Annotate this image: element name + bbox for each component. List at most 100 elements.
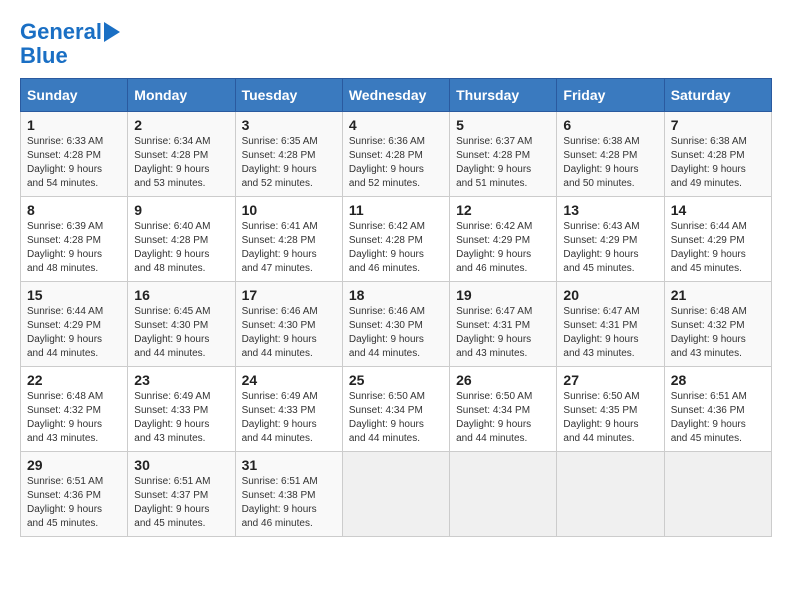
sunrise-label: Sunrise: 6:44 AM [27,306,103,317]
sunset-label: Sunset: 4:34 PM [456,405,530,416]
sunset-label: Sunset: 4:38 PM [242,490,316,501]
day-info: Sunrise: 6:45 AM Sunset: 4:30 PM Dayligh… [134,305,228,361]
day-number: 27 [563,372,657,388]
daylight-label: Daylight: 9 hours and 48 minutes. [27,249,102,274]
sunrise-label: Sunrise: 6:45 AM [134,306,210,317]
sunset-label: Sunset: 4:28 PM [671,150,745,161]
sunrise-label: Sunrise: 6:43 AM [563,221,639,232]
calendar-cell: 4 Sunrise: 6:36 AM Sunset: 4:28 PM Dayli… [342,112,449,197]
calendar-cell: 13 Sunrise: 6:43 AM Sunset: 4:29 PM Dayl… [557,197,664,282]
sunset-label: Sunset: 4:36 PM [671,405,745,416]
sunrise-label: Sunrise: 6:48 AM [671,306,747,317]
sunrise-label: Sunrise: 6:48 AM [27,391,103,402]
daylight-label: Daylight: 9 hours and 43 minutes. [671,334,746,359]
sunrise-label: Sunrise: 6:36 AM [349,136,425,147]
calendar-cell: 1 Sunrise: 6:33 AM Sunset: 4:28 PM Dayli… [21,112,128,197]
calendar-cell: 26 Sunrise: 6:50 AM Sunset: 4:34 PM Dayl… [450,367,557,452]
day-number: 1 [27,117,121,133]
daylight-label: Daylight: 9 hours and 52 minutes. [242,164,317,189]
day-number: 18 [349,287,443,303]
day-number: 12 [456,202,550,218]
sunset-label: Sunset: 4:36 PM [27,490,101,501]
sunrise-label: Sunrise: 6:47 AM [563,306,639,317]
sunrise-label: Sunrise: 6:38 AM [563,136,639,147]
weekday-header-wednesday: Wednesday [342,79,449,112]
day-number: 22 [27,372,121,388]
sunset-label: Sunset: 4:30 PM [134,320,208,331]
daylight-label: Daylight: 9 hours and 43 minutes. [134,419,209,444]
daylight-label: Daylight: 9 hours and 44 minutes. [134,334,209,359]
day-number: 6 [563,117,657,133]
day-number: 2 [134,117,228,133]
sunset-label: Sunset: 4:30 PM [242,320,316,331]
calendar-cell [342,452,449,537]
day-number: 19 [456,287,550,303]
sunrise-label: Sunrise: 6:37 AM [456,136,532,147]
calendar-cell: 5 Sunrise: 6:37 AM Sunset: 4:28 PM Dayli… [450,112,557,197]
daylight-label: Daylight: 9 hours and 45 minutes. [27,504,102,529]
day-number: 26 [456,372,550,388]
daylight-label: Daylight: 9 hours and 44 minutes. [349,419,424,444]
day-info: Sunrise: 6:50 AM Sunset: 4:35 PM Dayligh… [563,390,657,446]
day-info: Sunrise: 6:50 AM Sunset: 4:34 PM Dayligh… [349,390,443,446]
daylight-label: Daylight: 9 hours and 44 minutes. [242,419,317,444]
calendar-cell: 12 Sunrise: 6:42 AM Sunset: 4:29 PM Dayl… [450,197,557,282]
weekday-header-saturday: Saturday [664,79,771,112]
day-info: Sunrise: 6:36 AM Sunset: 4:28 PM Dayligh… [349,135,443,191]
daylight-label: Daylight: 9 hours and 45 minutes. [671,249,746,274]
weekday-header-sunday: Sunday [21,79,128,112]
day-info: Sunrise: 6:42 AM Sunset: 4:28 PM Dayligh… [349,220,443,276]
calendar-table: SundayMondayTuesdayWednesdayThursdayFrid… [20,78,772,537]
calendar-cell: 8 Sunrise: 6:39 AM Sunset: 4:28 PM Dayli… [21,197,128,282]
sunrise-label: Sunrise: 6:39 AM [27,221,103,232]
sunset-label: Sunset: 4:28 PM [27,150,101,161]
sunset-label: Sunset: 4:31 PM [456,320,530,331]
day-info: Sunrise: 6:51 AM Sunset: 4:37 PM Dayligh… [134,475,228,531]
day-number: 21 [671,287,765,303]
day-info: Sunrise: 6:38 AM Sunset: 4:28 PM Dayligh… [671,135,765,191]
day-info: Sunrise: 6:39 AM Sunset: 4:28 PM Dayligh… [27,220,121,276]
calendar-cell: 25 Sunrise: 6:50 AM Sunset: 4:34 PM Dayl… [342,367,449,452]
sunset-label: Sunset: 4:32 PM [27,405,101,416]
calendar-cell: 27 Sunrise: 6:50 AM Sunset: 4:35 PM Dayl… [557,367,664,452]
sunset-label: Sunset: 4:29 PM [671,235,745,246]
sunset-label: Sunset: 4:28 PM [456,150,530,161]
sunrise-label: Sunrise: 6:50 AM [563,391,639,402]
day-info: Sunrise: 6:48 AM Sunset: 4:32 PM Dayligh… [27,390,121,446]
daylight-label: Daylight: 9 hours and 51 minutes. [456,164,531,189]
day-number: 7 [671,117,765,133]
sunrise-label: Sunrise: 6:50 AM [456,391,532,402]
day-number: 14 [671,202,765,218]
sunrise-label: Sunrise: 6:51 AM [134,476,210,487]
weekday-header-tuesday: Tuesday [235,79,342,112]
day-number: 3 [242,117,336,133]
sunrise-label: Sunrise: 6:49 AM [242,391,318,402]
calendar-cell: 7 Sunrise: 6:38 AM Sunset: 4:28 PM Dayli… [664,112,771,197]
sunrise-label: Sunrise: 6:33 AM [27,136,103,147]
sunset-label: Sunset: 4:34 PM [349,405,423,416]
sunset-label: Sunset: 4:35 PM [563,405,637,416]
calendar-cell: 10 Sunrise: 6:41 AM Sunset: 4:28 PM Dayl… [235,197,342,282]
sunset-label: Sunset: 4:28 PM [242,235,316,246]
day-number: 30 [134,457,228,473]
daylight-label: Daylight: 9 hours and 46 minutes. [349,249,424,274]
daylight-label: Daylight: 9 hours and 45 minutes. [563,249,638,274]
day-number: 24 [242,372,336,388]
day-info: Sunrise: 6:42 AM Sunset: 4:29 PM Dayligh… [456,220,550,276]
header: General Blue [20,20,772,68]
sunrise-label: Sunrise: 6:46 AM [242,306,318,317]
sunset-label: Sunset: 4:28 PM [134,235,208,246]
daylight-label: Daylight: 9 hours and 46 minutes. [456,249,531,274]
calendar-cell: 6 Sunrise: 6:38 AM Sunset: 4:28 PM Dayli… [557,112,664,197]
logo-arrow-icon [104,22,120,42]
sunset-label: Sunset: 4:31 PM [563,320,637,331]
logo: General Blue [20,20,120,68]
calendar-cell: 17 Sunrise: 6:46 AM Sunset: 4:30 PM Dayl… [235,282,342,367]
day-info: Sunrise: 6:35 AM Sunset: 4:28 PM Dayligh… [242,135,336,191]
sunrise-label: Sunrise: 6:40 AM [134,221,210,232]
day-number: 16 [134,287,228,303]
daylight-label: Daylight: 9 hours and 47 minutes. [242,249,317,274]
daylight-label: Daylight: 9 hours and 45 minutes. [134,504,209,529]
daylight-label: Daylight: 9 hours and 43 minutes. [456,334,531,359]
daylight-label: Daylight: 9 hours and 43 minutes. [563,334,638,359]
